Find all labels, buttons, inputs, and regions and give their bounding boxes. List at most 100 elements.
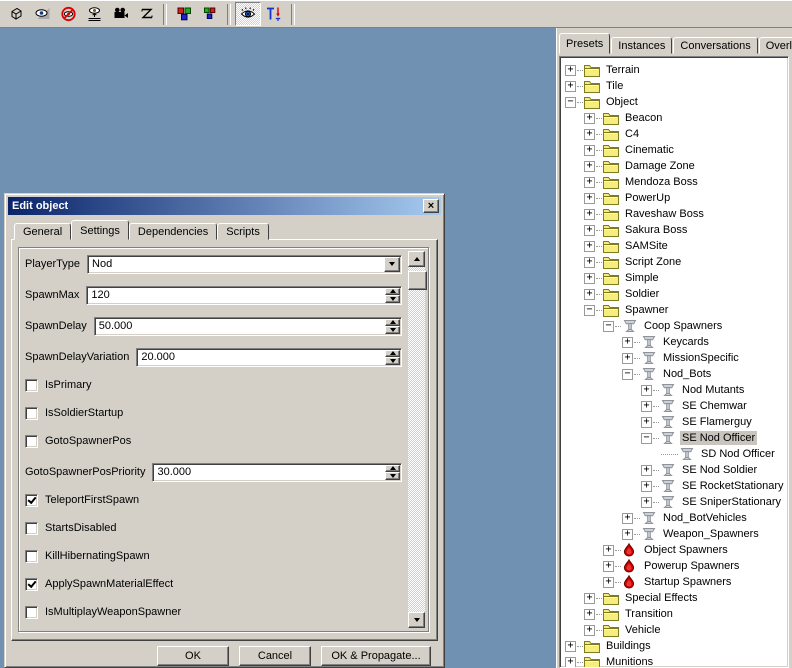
tree-item-cinematic[interactable]: +Cinematic	[560, 142, 788, 158]
expand-toggle-icon[interactable]: +	[584, 289, 595, 300]
tab-presets[interactable]: Presets	[559, 33, 610, 54]
tab-dependencies[interactable]: Dependencies	[129, 223, 217, 240]
expand-toggle-icon[interactable]: +	[622, 513, 633, 524]
applyspawnmaterialeffect-checkbox[interactable]	[25, 578, 38, 591]
spin-down-button[interactable]	[385, 357, 400, 365]
expand-toggle-icon[interactable]: +	[584, 257, 595, 268]
expand-toggle-icon[interactable]: +	[565, 641, 576, 652]
cancel-button[interactable]: Cancel	[239, 646, 311, 666]
expand-toggle-icon[interactable]: +	[603, 545, 614, 556]
spin-up-button[interactable]	[385, 288, 400, 296]
spawnmax-input[interactable]: 120	[86, 286, 402, 305]
expand-toggle-icon[interactable]: +	[584, 209, 595, 220]
tree-item-damage-zone[interactable]: +Damage Zone	[560, 158, 788, 174]
spin-up-button[interactable]	[385, 350, 400, 358]
tree-item-beacon[interactable]: +Beacon	[560, 110, 788, 126]
spin-down-button[interactable]	[385, 295, 400, 303]
ok-propagate-button[interactable]: OK & Propagate...	[321, 646, 431, 666]
tree-item-nod-bots[interactable]: −Nod_Bots	[560, 366, 788, 382]
dropdown-button[interactable]	[384, 257, 400, 272]
spawndelay-input[interactable]: 50.000	[94, 317, 402, 336]
wireframe-mode-button[interactable]	[3, 2, 29, 26]
expand-toggle-icon[interactable]: +	[584, 273, 595, 284]
tree-item-buildings[interactable]: +Buildings	[560, 638, 788, 654]
presets-tree[interactable]: +Terrain+Tile−Object+Beacon+C4+Cinematic…	[559, 56, 789, 668]
tree-item-mendoza-boss[interactable]: +Mendoza Boss	[560, 174, 788, 190]
tree-item-startup-spawners[interactable]: +Startup Spawners	[560, 574, 788, 590]
spin-down-button[interactable]	[385, 326, 400, 334]
toggle-visibility-button[interactable]	[235, 2, 261, 26]
collapse-toggle-icon[interactable]: −	[565, 97, 576, 108]
expand-toggle-icon[interactable]: +	[622, 529, 633, 540]
scroll-up-button[interactable]	[408, 251, 425, 267]
collapse-toggle-icon[interactable]: −	[603, 321, 614, 332]
expand-toggle-icon[interactable]: +	[603, 577, 614, 588]
expand-toggle-icon[interactable]: +	[641, 481, 652, 492]
tree-item-terrain[interactable]: +Terrain	[560, 62, 788, 78]
hide-selection-button[interactable]	[55, 2, 81, 26]
tree-item-vehicle[interactable]: +Vehicle	[560, 622, 788, 638]
spawndelayvariation-input[interactable]: 20.000	[136, 348, 402, 367]
tree-item-transition[interactable]: +Transition	[560, 606, 788, 622]
tree-item-spawner[interactable]: −Spawner	[560, 302, 788, 318]
tab-general[interactable]: General	[14, 223, 71, 240]
show-selection-button[interactable]	[29, 2, 55, 26]
spin-down-button[interactable]	[385, 472, 400, 480]
collapse-toggle-icon[interactable]: −	[641, 433, 652, 444]
tree-item-se-flamerguy[interactable]: +SE Flamerguy	[560, 414, 788, 430]
startsdisabled-checkbox[interactable]	[25, 522, 38, 535]
tree-item-simple[interactable]: +Simple	[560, 270, 788, 286]
expand-toggle-icon[interactable]: +	[641, 385, 652, 396]
gotospawnerpospriority-input[interactable]: 30.000	[152, 463, 402, 482]
expand-toggle-icon[interactable]: +	[603, 561, 614, 572]
spin-up-button[interactable]	[385, 319, 400, 327]
expand-toggle-icon[interactable]: +	[641, 401, 652, 412]
tree-item-script-zone[interactable]: +Script Zone	[560, 254, 788, 270]
tree-item-tile[interactable]: +Tile	[560, 78, 788, 94]
tree-item-se-chemwar[interactable]: +SE Chemwar	[560, 398, 788, 414]
expand-toggle-icon[interactable]: +	[584, 113, 595, 124]
tree-item-sakura-boss[interactable]: +Sakura Boss	[560, 222, 788, 238]
expand-toggle-icon[interactable]: +	[584, 129, 595, 140]
tree-item-soldier[interactable]: +Soldier	[560, 286, 788, 302]
expand-toggle-icon[interactable]: +	[565, 81, 576, 92]
toggle-labels-button[interactable]	[261, 2, 287, 26]
expand-toggle-icon[interactable]: +	[584, 593, 595, 604]
ismultiplayweaponspawner-checkbox[interactable]	[25, 606, 38, 619]
tree-item-raveshaw-boss[interactable]: +Raveshaw Boss	[560, 206, 788, 222]
scrollbar-thumb[interactable]	[408, 271, 427, 290]
expand-toggle-icon[interactable]: +	[584, 177, 595, 188]
expand-toggle-icon[interactable]: +	[641, 417, 652, 428]
expand-toggle-icon[interactable]: +	[622, 353, 633, 364]
tree-item-coop-spawners[interactable]: −Coop Spawners	[560, 318, 788, 334]
expand-toggle-icon[interactable]: +	[584, 161, 595, 172]
tree-item-powerup[interactable]: +PowerUp	[560, 190, 788, 206]
tree-item-se-rocketstationary[interactable]: +SE RocketStationary	[560, 478, 788, 494]
tree-item-special-effects[interactable]: +Special Effects	[560, 590, 788, 606]
tab-settings[interactable]: Settings	[71, 220, 129, 240]
tree-item-nod-botvehicles[interactable]: +Nod_BotVehicles	[560, 510, 788, 526]
expand-toggle-icon[interactable]: +	[584, 609, 595, 620]
collapse-toggle-icon[interactable]: −	[584, 305, 595, 316]
dialog-titlebar[interactable]: Edit object ×	[8, 197, 441, 215]
tab-conversations[interactable]: Conversations	[673, 37, 757, 54]
camera-mode-button[interactable]	[107, 2, 133, 26]
killhibernatingspawn-checkbox[interactable]	[25, 550, 38, 563]
tree-item-missionspecific[interactable]: +MissionSpecific	[560, 350, 788, 366]
tree-item-object-spawners[interactable]: +Object Spawners	[560, 542, 788, 558]
tree-item-munitions[interactable]: +Munitions	[560, 654, 788, 668]
tree-item-object[interactable]: −Object	[560, 94, 788, 110]
expand-toggle-icon[interactable]: +	[622, 337, 633, 348]
ok-button[interactable]: OK	[157, 646, 229, 666]
tree-item-sd-nod-officer[interactable]: SD Nod Officer	[560, 446, 788, 462]
zone-edit-button[interactable]	[133, 2, 159, 26]
expand-toggle-icon[interactable]: +	[584, 241, 595, 252]
tree-item-se-nod-officer[interactable]: −SE Nod Officer	[560, 430, 788, 446]
issoldierstartup-checkbox[interactable]	[25, 407, 38, 420]
tree-item-nod-mutants[interactable]: +Nod Mutants	[560, 382, 788, 398]
settings-scrollbar[interactable]	[408, 251, 425, 628]
gotospawnerpos-checkbox[interactable]	[25, 435, 38, 448]
expand-toggle-icon[interactable]: +	[584, 145, 595, 156]
expand-toggle-icon[interactable]: +	[565, 657, 576, 668]
scroll-down-button[interactable]	[408, 612, 425, 628]
